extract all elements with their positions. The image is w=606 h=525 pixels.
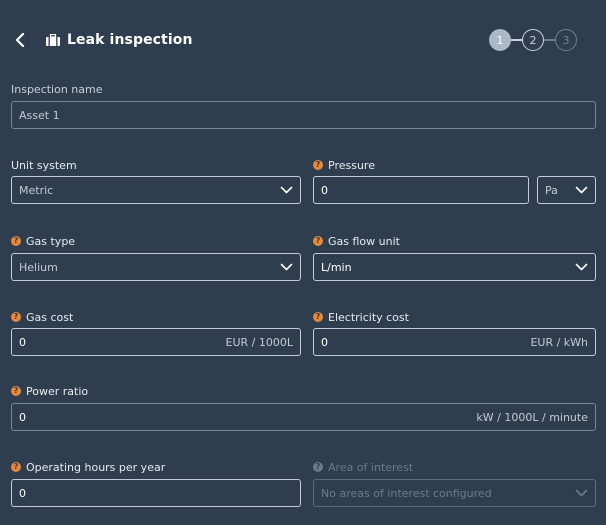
inspection-name-label: Inspection name bbox=[11, 82, 103, 96]
pressure-value: 0 bbox=[321, 183, 328, 197]
unit-system-select[interactable]: Metric bbox=[11, 176, 301, 204]
area-of-interest-label: ? Area of interest bbox=[313, 460, 413, 474]
page-title: Leak inspection bbox=[67, 32, 193, 48]
gas-cost-unit: EUR / 1000L bbox=[225, 335, 293, 349]
inspection-name-input[interactable]: Asset 1 bbox=[11, 101, 596, 129]
help-icon[interactable]: ? bbox=[11, 312, 21, 322]
help-icon[interactable]: ? bbox=[11, 462, 21, 472]
help-icon[interactable]: ? bbox=[11, 386, 21, 396]
gas-type-select[interactable]: Helium bbox=[11, 253, 301, 281]
chevron-left-icon bbox=[15, 32, 25, 48]
area-of-interest-value: No areas of interest configured bbox=[321, 486, 492, 500]
gas-flow-unit-value: L/min bbox=[321, 260, 352, 274]
chevron-down-icon bbox=[575, 489, 588, 497]
inspection-name-placeholder: Asset 1 bbox=[19, 108, 60, 122]
step-connector bbox=[544, 39, 555, 41]
pressure-label: ? Pressure bbox=[313, 158, 375, 172]
power-ratio-unit: kW / 1000L / minute bbox=[476, 410, 588, 424]
back-button[interactable] bbox=[10, 28, 30, 52]
electricity-cost-unit: EUR / kWh bbox=[530, 335, 588, 349]
step-1[interactable]: 1 bbox=[489, 29, 511, 51]
power-ratio-input[interactable]: 0 kW / 1000L / minute bbox=[11, 403, 596, 431]
step-3[interactable]: 3 bbox=[555, 29, 577, 51]
area-of-interest-select: No areas of interest configured bbox=[313, 479, 596, 507]
gas-type-value: Helium bbox=[19, 260, 58, 274]
gas-flow-unit-select[interactable]: L/min bbox=[313, 253, 596, 281]
leak-inspection-panel: Leak inspection 1 2 3 Inspection name As… bbox=[0, 0, 606, 525]
step-2[interactable]: 2 bbox=[522, 29, 544, 51]
pressure-unit-value: Pa bbox=[545, 183, 558, 197]
toolbox-icon bbox=[46, 34, 60, 46]
header: Leak inspection 1 2 3 bbox=[0, 22, 606, 58]
operating-hours-value: 0 bbox=[19, 486, 26, 500]
operating-hours-label: ? Operating hours per year bbox=[11, 460, 165, 474]
operating-hours-input[interactable]: 0 bbox=[11, 479, 301, 507]
chevron-down-icon bbox=[280, 186, 293, 194]
gas-type-label: ? Gas type bbox=[11, 234, 75, 248]
pressure-unit-select[interactable]: Pa bbox=[537, 176, 596, 204]
title-group: Leak inspection bbox=[46, 30, 193, 50]
help-icon[interactable]: ? bbox=[313, 160, 323, 170]
help-icon[interactable]: ? bbox=[313, 236, 323, 246]
help-icon: ? bbox=[313, 462, 323, 472]
chevron-down-icon bbox=[575, 186, 588, 194]
gas-cost-value: 0 bbox=[19, 335, 26, 349]
gas-cost-label: ? Gas cost bbox=[11, 310, 73, 324]
chevron-down-icon bbox=[280, 263, 293, 271]
gas-flow-unit-label: ? Gas flow unit bbox=[313, 234, 400, 248]
chevron-down-icon bbox=[575, 263, 588, 271]
help-icon[interactable]: ? bbox=[11, 236, 21, 246]
power-ratio-value: 0 bbox=[19, 410, 26, 424]
stepper: 1 2 3 bbox=[489, 28, 577, 52]
gas-cost-input[interactable]: 0 EUR / 1000L bbox=[11, 328, 301, 356]
pressure-input[interactable]: 0 bbox=[313, 176, 529, 204]
help-icon[interactable]: ? bbox=[313, 312, 323, 322]
unit-system-value: Metric bbox=[19, 183, 54, 197]
electricity-cost-label: ? Electricity cost bbox=[313, 310, 409, 324]
step-connector bbox=[511, 39, 522, 41]
power-ratio-label: ? Power ratio bbox=[11, 384, 88, 398]
electricity-cost-input[interactable]: 0 EUR / kWh bbox=[313, 328, 596, 356]
electricity-cost-value: 0 bbox=[321, 335, 328, 349]
unit-system-label: Unit system bbox=[11, 158, 77, 172]
